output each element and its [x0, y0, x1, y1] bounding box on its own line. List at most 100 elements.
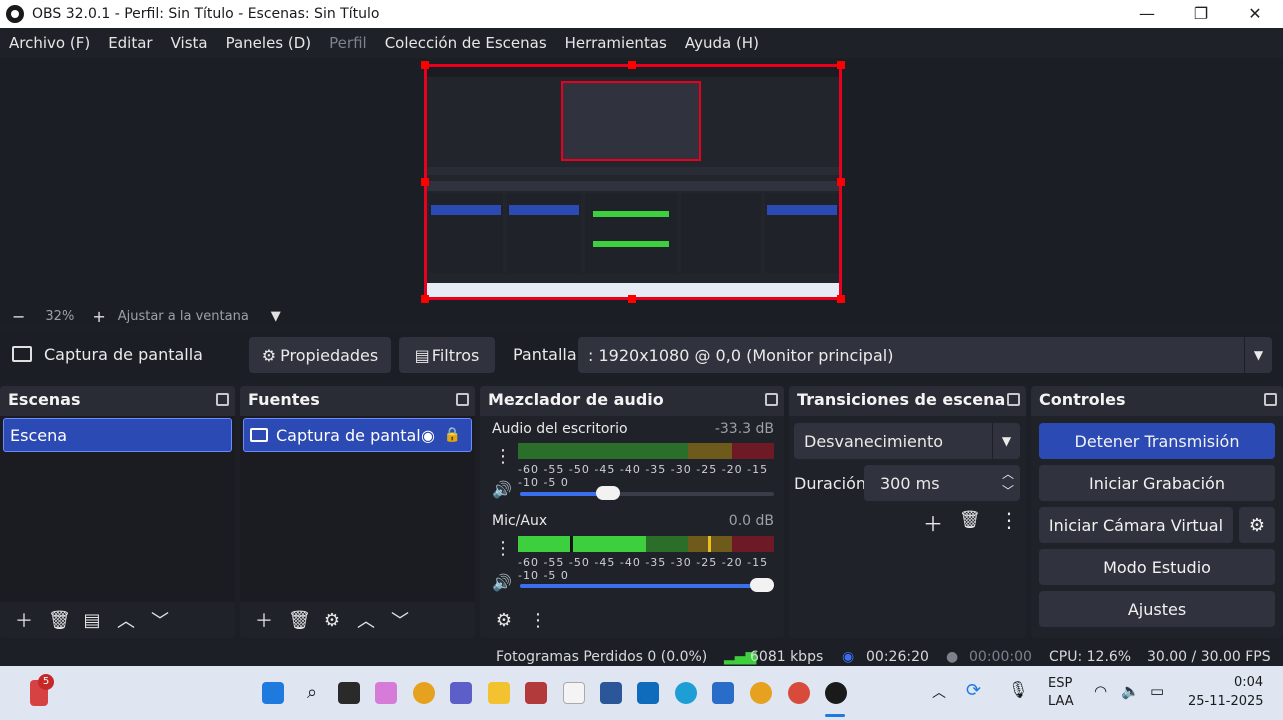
settings-button[interactable]: Ajustes	[1039, 591, 1275, 627]
app-icon[interactable]	[525, 682, 547, 704]
speaker-icon[interactable]: 🔊	[492, 480, 512, 499]
filters-button[interactable]: ▤ Filtros	[399, 337, 495, 373]
scene-item[interactable]: Escena	[3, 418, 232, 452]
menu-paneles[interactable]: Paneles (D)	[217, 34, 321, 52]
volume-knob[interactable]	[595, 486, 620, 500]
volume-slider[interactable]	[520, 578, 774, 592]
zoom-dropdown-icon[interactable]: ▼	[271, 309, 281, 324]
spin-up-icon[interactable]: ︿	[1002, 465, 1014, 482]
chrome-icon[interactable]	[413, 682, 435, 704]
menu-archivo[interactable]: Archivo (F)	[0, 34, 99, 52]
resize-handle[interactable]	[628, 61, 636, 69]
channel-menu-icon[interactable]: ⋮	[494, 446, 512, 467]
channel-menu-icon[interactable]: ⋮	[494, 538, 512, 559]
clock-date[interactable]: 25-11-2025	[1188, 694, 1264, 709]
notepad-icon[interactable]	[563, 682, 585, 704]
start-icon[interactable]	[262, 682, 284, 704]
resize-handle[interactable]	[837, 61, 845, 69]
popout-icon[interactable]	[1007, 393, 1020, 406]
word-icon[interactable]	[600, 682, 622, 704]
clock-time[interactable]: 0:04	[1234, 675, 1263, 690]
wifi-icon[interactable]: ◠	[1094, 682, 1107, 700]
spin-down-icon[interactable]: ﹀	[1002, 482, 1014, 499]
stream-icon: ◉	[842, 649, 855, 665]
edge-icon[interactable]	[675, 682, 697, 704]
chrome-icon[interactable]	[750, 682, 772, 704]
sync-icon[interactable]: ⟳	[966, 680, 981, 701]
transition-select[interactable]: Desvanecimiento ▼	[794, 423, 1020, 459]
advanced-audio-icon[interactable]: ⚙	[494, 610, 514, 631]
task-view-icon[interactable]	[338, 682, 360, 704]
properties-button[interactable]: ⚙ Propiedades	[249, 337, 391, 373]
menu-ayuda[interactable]: Ayuda (H)	[676, 34, 768, 52]
teams-icon[interactable]	[450, 682, 472, 704]
microphone-icon[interactable]: 🎙	[1008, 680, 1028, 699]
display-select[interactable]: : 1920x1080 @ 0,0 (Monitor principal) ▼	[578, 337, 1272, 373]
trash-icon[interactable]: 🗑	[959, 510, 981, 530]
chevron-up-icon[interactable]: ︿	[356, 607, 376, 633]
chevron-down-icon[interactable]: ▼	[992, 423, 1020, 459]
volume-knob[interactable]	[750, 578, 774, 592]
more-options-icon[interactable]: ⋮	[528, 610, 548, 631]
chevron-up-icon[interactable]: ︿	[116, 607, 136, 633]
add-icon[interactable]: ＋	[14, 607, 34, 633]
trash-icon[interactable]: 🗑	[288, 610, 311, 631]
popout-icon[interactable]	[456, 393, 469, 406]
maximize-button[interactable]: ❐	[1174, 0, 1228, 28]
chevron-down-icon[interactable]: ﹀	[390, 607, 410, 633]
obs-icon[interactable]	[825, 682, 847, 704]
menu-editar[interactable]: Editar	[99, 34, 161, 52]
start-recording-button[interactable]: Iniciar Grabación	[1039, 465, 1275, 501]
menu-herramientas[interactable]: Herramientas	[556, 34, 676, 52]
outlook-icon[interactable]	[637, 682, 659, 704]
chevron-up-icon[interactable]: ︿	[932, 682, 946, 702]
menu-coleccion-escenas[interactable]: Colección de Escenas	[376, 34, 556, 52]
gear-icon[interactable]: ⚙	[322, 610, 342, 631]
add-icon[interactable]: ＋	[254, 607, 274, 633]
menu-perfil[interactable]: Perfil	[320, 34, 376, 52]
chrome-icon[interactable]	[788, 682, 810, 704]
resize-handle[interactable]	[837, 178, 845, 186]
battery-icon[interactable]: ▭	[1150, 682, 1164, 700]
studio-mode-button[interactable]: Modo Estudio	[1039, 549, 1275, 585]
filter-icon[interactable]: ▤	[82, 610, 102, 631]
fit-window-label[interactable]: Ajustar a la ventana	[118, 309, 249, 324]
minimize-button[interactable]: —	[1120, 0, 1174, 28]
resize-handle[interactable]	[628, 295, 636, 303]
popout-icon[interactable]	[765, 393, 778, 406]
popout-icon[interactable]	[216, 393, 229, 406]
volume-icon[interactable]: 🔈	[1121, 682, 1140, 700]
duration-input[interactable]: 300 ms ︿ ﹀	[864, 465, 1020, 501]
language-bottom[interactable]: LAA	[1048, 694, 1074, 709]
filter-icon: ▤	[414, 345, 430, 365]
resize-handle[interactable]	[421, 178, 429, 186]
resize-handle[interactable]	[837, 295, 845, 303]
file-explorer-icon[interactable]	[488, 682, 510, 704]
popout-icon[interactable]	[1264, 393, 1277, 406]
screen-capture-preview[interactable]	[424, 64, 842, 300]
speaker-icon[interactable]: 🔊	[492, 573, 512, 592]
virtual-cam-settings-icon[interactable]: ⚙	[1239, 507, 1275, 543]
source-item[interactable]: Captura de pantal ◉ 🔒	[243, 418, 472, 452]
menu-vista[interactable]: Vista	[162, 34, 217, 52]
lock-icon[interactable]: 🔒	[444, 427, 461, 443]
stop-stream-button[interactable]: Detener Transmisión	[1039, 423, 1275, 459]
trash-icon[interactable]: 🗑	[48, 610, 71, 631]
chevron-down-icon[interactable]: ﹀	[150, 607, 170, 633]
language-top[interactable]: ESP	[1048, 676, 1072, 691]
sources-title: Fuentes	[248, 390, 320, 409]
zoom-in-button[interactable]: +	[92, 307, 105, 326]
resize-handle[interactable]	[421, 61, 429, 69]
resize-handle[interactable]	[421, 295, 429, 303]
volume-slider[interactable]	[520, 486, 774, 500]
start-virtual-cam-button[interactable]: Iniciar Cámara Virtual	[1039, 507, 1233, 543]
chevron-down-icon[interactable]: ▼	[1244, 337, 1272, 373]
zoom-out-button[interactable]: −	[12, 307, 25, 326]
store-icon[interactable]	[712, 682, 734, 704]
copilot-icon[interactable]	[375, 682, 397, 704]
search-icon[interactable]: ⌕	[301, 682, 323, 704]
close-button[interactable]: ✕	[1228, 0, 1282, 28]
eye-icon[interactable]: ◉	[421, 426, 435, 445]
add-icon[interactable]: ＋	[923, 508, 943, 537]
more-options-icon[interactable]: ⋮	[999, 508, 1019, 532]
